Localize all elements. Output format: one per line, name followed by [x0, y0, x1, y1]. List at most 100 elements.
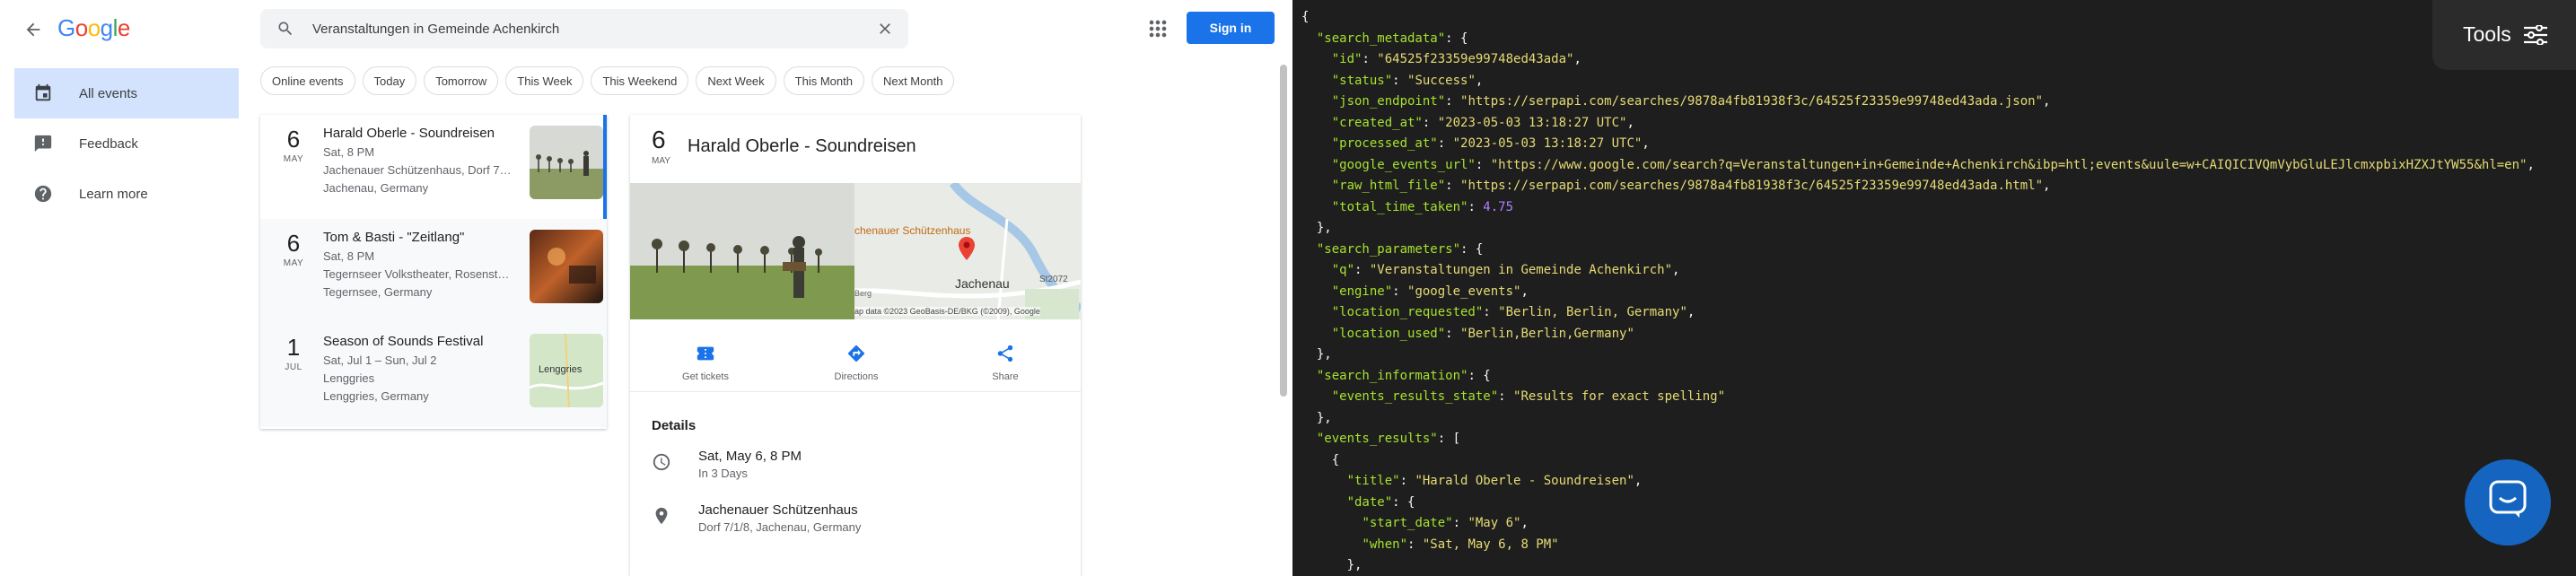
detail-date-text: Sat, May 6, 8 PM [698, 449, 802, 464]
chip-next-week[interactable]: Next Week [696, 66, 776, 95]
share-button[interactable]: Share [960, 341, 1050, 382]
code-line: "status": "Success", [1331, 73, 1484, 88]
google-events-pane: Google Veranstaltungen in Gemeinde Achen… [0, 0, 1292, 576]
detail-title: Harald Oberle - Soundreisen [688, 136, 916, 156]
chip-this-month[interactable]: This Month [783, 66, 864, 95]
code-line: "search_information": { [1316, 368, 1491, 383]
chip-tomorrow[interactable]: Tomorrow [424, 66, 499, 95]
event-thumbnail [530, 230, 603, 303]
scrollbar[interactable] [1280, 65, 1287, 397]
sidebar-item-label: Learn more [79, 186, 148, 202]
get-tickets-button[interactable]: Get tickets [661, 341, 750, 382]
chip-this-weekend[interactable]: This Weekend [591, 66, 689, 95]
code-line: "q": "Veranstaltungen in Gemeinde Achenk… [1331, 263, 1680, 277]
action-label: Get tickets [682, 371, 729, 382]
sidebar-item-learn-more[interactable]: Learn more [14, 169, 239, 219]
sign-in-button[interactable]: Sign in [1187, 12, 1275, 44]
event-time: Sat, 8 PM [323, 249, 375, 263]
code-line: }, [1301, 347, 1332, 362]
clock-icon [652, 452, 673, 474]
event-month: MAY [283, 154, 304, 164]
json-code-view: { "search_metadata": { "id": "64525f2335… [1301, 7, 2535, 576]
event-detail-card: 6 MAY Harald Oberle - Soundreisen chenau… [630, 115, 1081, 576]
chat-button[interactable] [2465, 459, 2551, 545]
event-title: Harald Oberle - Soundreisen [323, 126, 495, 141]
feedback-icon [32, 133, 54, 154]
code-line: "id": "64525f23359e99748ed43ada", [1331, 52, 1582, 66]
event-venue: Jachenauer Schützenhaus, Dorf 7/1/8 [323, 163, 512, 177]
map-label: Lenggries [539, 364, 583, 375]
code-line: "title": "Harald Oberle - Soundreisen", [1346, 474, 1643, 488]
tools-panel[interactable]: Tools [2432, 0, 2576, 70]
code-line: "start_date": "May 6", [1362, 516, 1529, 530]
event-city: Tegernsee, Germany [323, 285, 433, 299]
directions-icon [844, 341, 869, 366]
sidebar-item-all-events[interactable]: All events [14, 68, 239, 118]
calendar-icon [32, 83, 54, 104]
event-venue: Lenggries [323, 371, 375, 385]
search-icon[interactable] [276, 20, 294, 42]
event-list: 6 MAY Harald Oberle - Soundreisen Sat, 8… [260, 115, 607, 429]
event-day: 6 [286, 126, 301, 153]
event-time: Sat, 8 PM [323, 145, 375, 159]
code-line: "google_events_url": "https://www.google… [1331, 157, 2535, 172]
action-label: Share [992, 371, 1019, 382]
directions-button[interactable]: Directions [811, 341, 901, 382]
chip-this-week[interactable]: This Week [505, 66, 584, 95]
detail-venue-sub: Dorf 7/1/8, Jachenau, Germany [698, 520, 862, 534]
event-time: Sat, Jul 1 – Sun, Jul 2 [323, 353, 437, 367]
divider [630, 391, 1081, 392]
event-map-thumbnail: Lenggries [530, 334, 603, 407]
event-city: Jachenau, Germany [323, 181, 429, 195]
sidebar-item-feedback[interactable]: Feedback [14, 118, 239, 169]
code-line: "events_results": [ [1316, 432, 1461, 446]
code-line: { [1301, 10, 1310, 24]
chip-today[interactable]: Today [362, 66, 417, 95]
event-day: 1 [286, 334, 301, 361]
location-pin-icon [652, 506, 673, 528]
code-line: "processed_at": "2023-05-03 13:18:27 UTC… [1331, 136, 1650, 151]
event-title: Tom & Basti - "Zeitlang" [323, 230, 465, 245]
close-icon[interactable] [876, 20, 894, 42]
search-input[interactable]: Veranstaltungen in Gemeinde Achenkirch [312, 22, 559, 37]
code-line: }, [1301, 221, 1332, 235]
sidebar-item-label: All events [79, 85, 138, 101]
event-map[interactable]: chenauer Schützenhaus Jachenau St2072 ap… [854, 183, 1081, 319]
apps-grid-icon[interactable] [1145, 16, 1170, 41]
event-venue: Tegernseer Volkstheater, Rosenstraße [323, 267, 512, 281]
event-month: MAY [283, 258, 304, 268]
code-line: "raw_html_file": "https://serpapi.com/se… [1331, 179, 2051, 193]
code-line: "location_used": "Berlin,Berlin,Germany" [1331, 326, 1634, 341]
google-logo[interactable]: Google [57, 14, 130, 42]
code-line: "created_at": "2023-05-03 13:18:27 UTC", [1331, 115, 1634, 130]
map-berg-label: Berg [854, 289, 872, 298]
list-item[interactable]: 6 MAY Harald Oberle - Soundreisen Sat, 8… [260, 115, 607, 219]
map-town-label: Jachenau [955, 276, 1010, 291]
event-title: Season of Sounds Festival [323, 334, 484, 349]
event-photo[interactable] [630, 183, 854, 319]
map-pin-icon[interactable] [959, 237, 975, 265]
list-item[interactable]: 6 MAY Tom & Basti - "Zeitlang" Sat, 8 PM… [260, 219, 607, 323]
chip-next-month[interactable]: Next Month [871, 66, 955, 95]
sliders-icon[interactable] [2524, 23, 2547, 53]
action-label: Directions [834, 371, 879, 382]
ticket-icon [693, 341, 718, 366]
map-poi-label: chenauer Schützenhaus [854, 224, 971, 237]
code-line: }, [1301, 410, 1332, 425]
chip-online-events[interactable]: Online events [260, 66, 355, 95]
tools-label: Tools [2463, 22, 2511, 47]
search-box[interactable]: Veranstaltungen in Gemeinde Achenkirch [260, 9, 908, 48]
code-line: "when": "Sat, May 6, 8 PM" [1362, 537, 1559, 552]
list-item[interactable]: 1 JUL Season of Sounds Festival Sat, Jul… [260, 323, 607, 427]
code-line: "json_endpoint": "https://serpapi.com/se… [1331, 94, 2051, 109]
event-day: 6 [286, 230, 301, 257]
detail-venue-text: Jachenauer Schützenhaus [698, 502, 858, 518]
event-month: JUL [285, 362, 302, 372]
code-line: "location_requested": "Berlin, Berlin, G… [1331, 305, 1695, 319]
help-icon [32, 183, 54, 205]
code-line: "engine": "google_events", [1331, 284, 1529, 299]
arrow-back-icon[interactable] [20, 16, 47, 43]
event-city: Lenggries, Germany [323, 389, 429, 403]
detail-month: MAY [652, 156, 670, 166]
code-line: "search_metadata": { [1316, 31, 1468, 46]
